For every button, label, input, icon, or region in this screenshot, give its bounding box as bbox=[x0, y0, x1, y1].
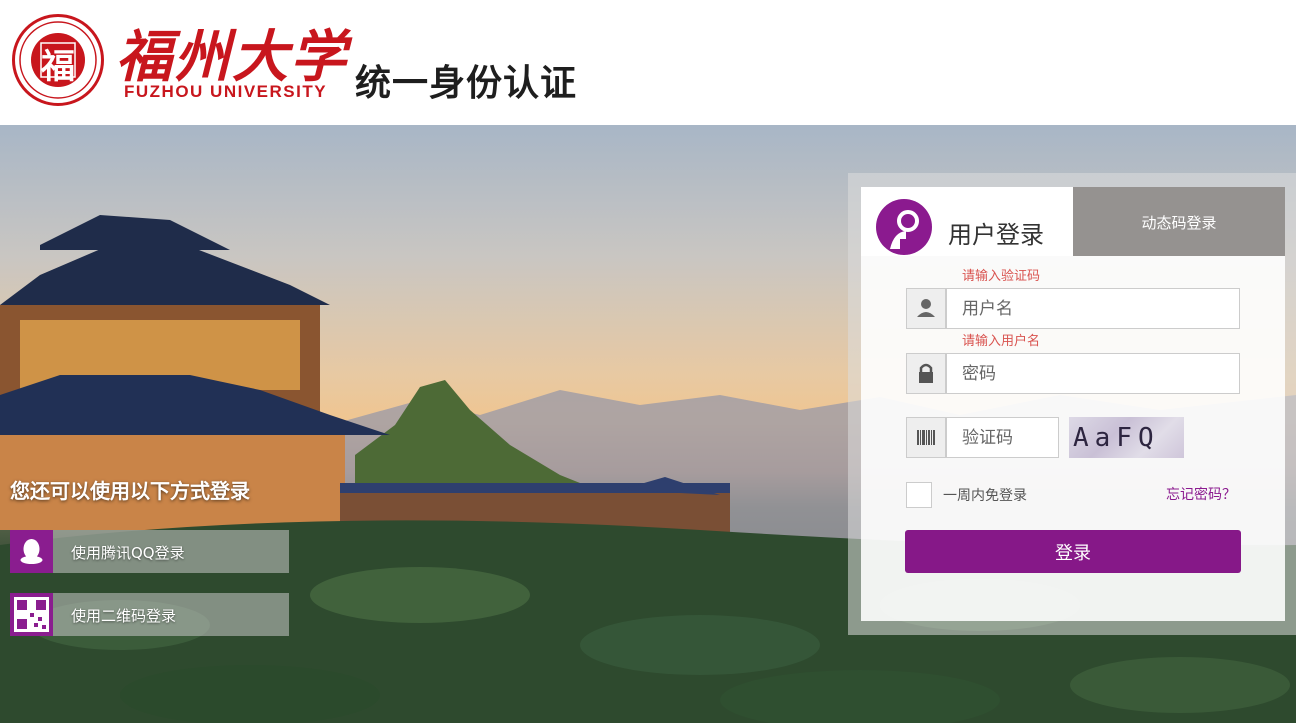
university-name-cn: 福州大学 bbox=[116, 24, 348, 90]
header: 福 福州大学 FUZHOU UNIVERSITY 统一身份认证 bbox=[0, 0, 1296, 125]
captcha-text: AaFQ bbox=[1073, 423, 1160, 453]
login-button[interactable]: 登录 bbox=[905, 530, 1241, 573]
qr-code-icon bbox=[10, 593, 53, 636]
captcha-error-message: 请输入验证码 bbox=[962, 269, 1041, 284]
username-input[interactable] bbox=[946, 288, 1240, 329]
alternative-login-title: 您还可以使用以下方式登录 bbox=[10, 479, 250, 503]
system-title: 统一身份认证 bbox=[355, 63, 578, 104]
forgot-password-link[interactable]: 忘记密码？ bbox=[1166, 484, 1236, 504]
qq-icon bbox=[10, 530, 53, 573]
user-icon bbox=[906, 288, 946, 329]
seal-character: 福 bbox=[41, 47, 75, 87]
tab-dynamic-code-label: 动态码登录 bbox=[1141, 214, 1217, 232]
lock-icon bbox=[906, 353, 946, 394]
username-error-message: 请输入用户名 bbox=[962, 334, 1041, 349]
barcode-icon bbox=[906, 417, 946, 458]
university-name-en: FUZHOU UNIVERSITY bbox=[124, 82, 328, 101]
captcha-input[interactable] bbox=[946, 417, 1059, 458]
university-seal-logo: 福 bbox=[12, 14, 104, 106]
qr-code-login-label: 使用二维码登录 bbox=[71, 607, 177, 625]
remember-checkbox[interactable] bbox=[906, 482, 932, 508]
password-input[interactable] bbox=[946, 353, 1240, 394]
qq-login-button[interactable]: 使用腾讯QQ登录 bbox=[10, 530, 289, 573]
qq-login-label: 使用腾讯QQ登录 bbox=[71, 544, 185, 562]
captcha-image[interactable]: AaFQ bbox=[1069, 417, 1184, 458]
user-avatar-icon bbox=[876, 199, 932, 255]
tab-user-login[interactable]: 用户登录 bbox=[861, 187, 1073, 256]
remember-label: 一周内免登录 bbox=[943, 488, 1027, 504]
tab-user-login-label: 用户登录 bbox=[948, 221, 1044, 249]
qr-code-login-button[interactable]: 使用二维码登录 bbox=[10, 593, 289, 636]
tab-dynamic-code-login[interactable]: 动态码登录 bbox=[1073, 187, 1285, 256]
